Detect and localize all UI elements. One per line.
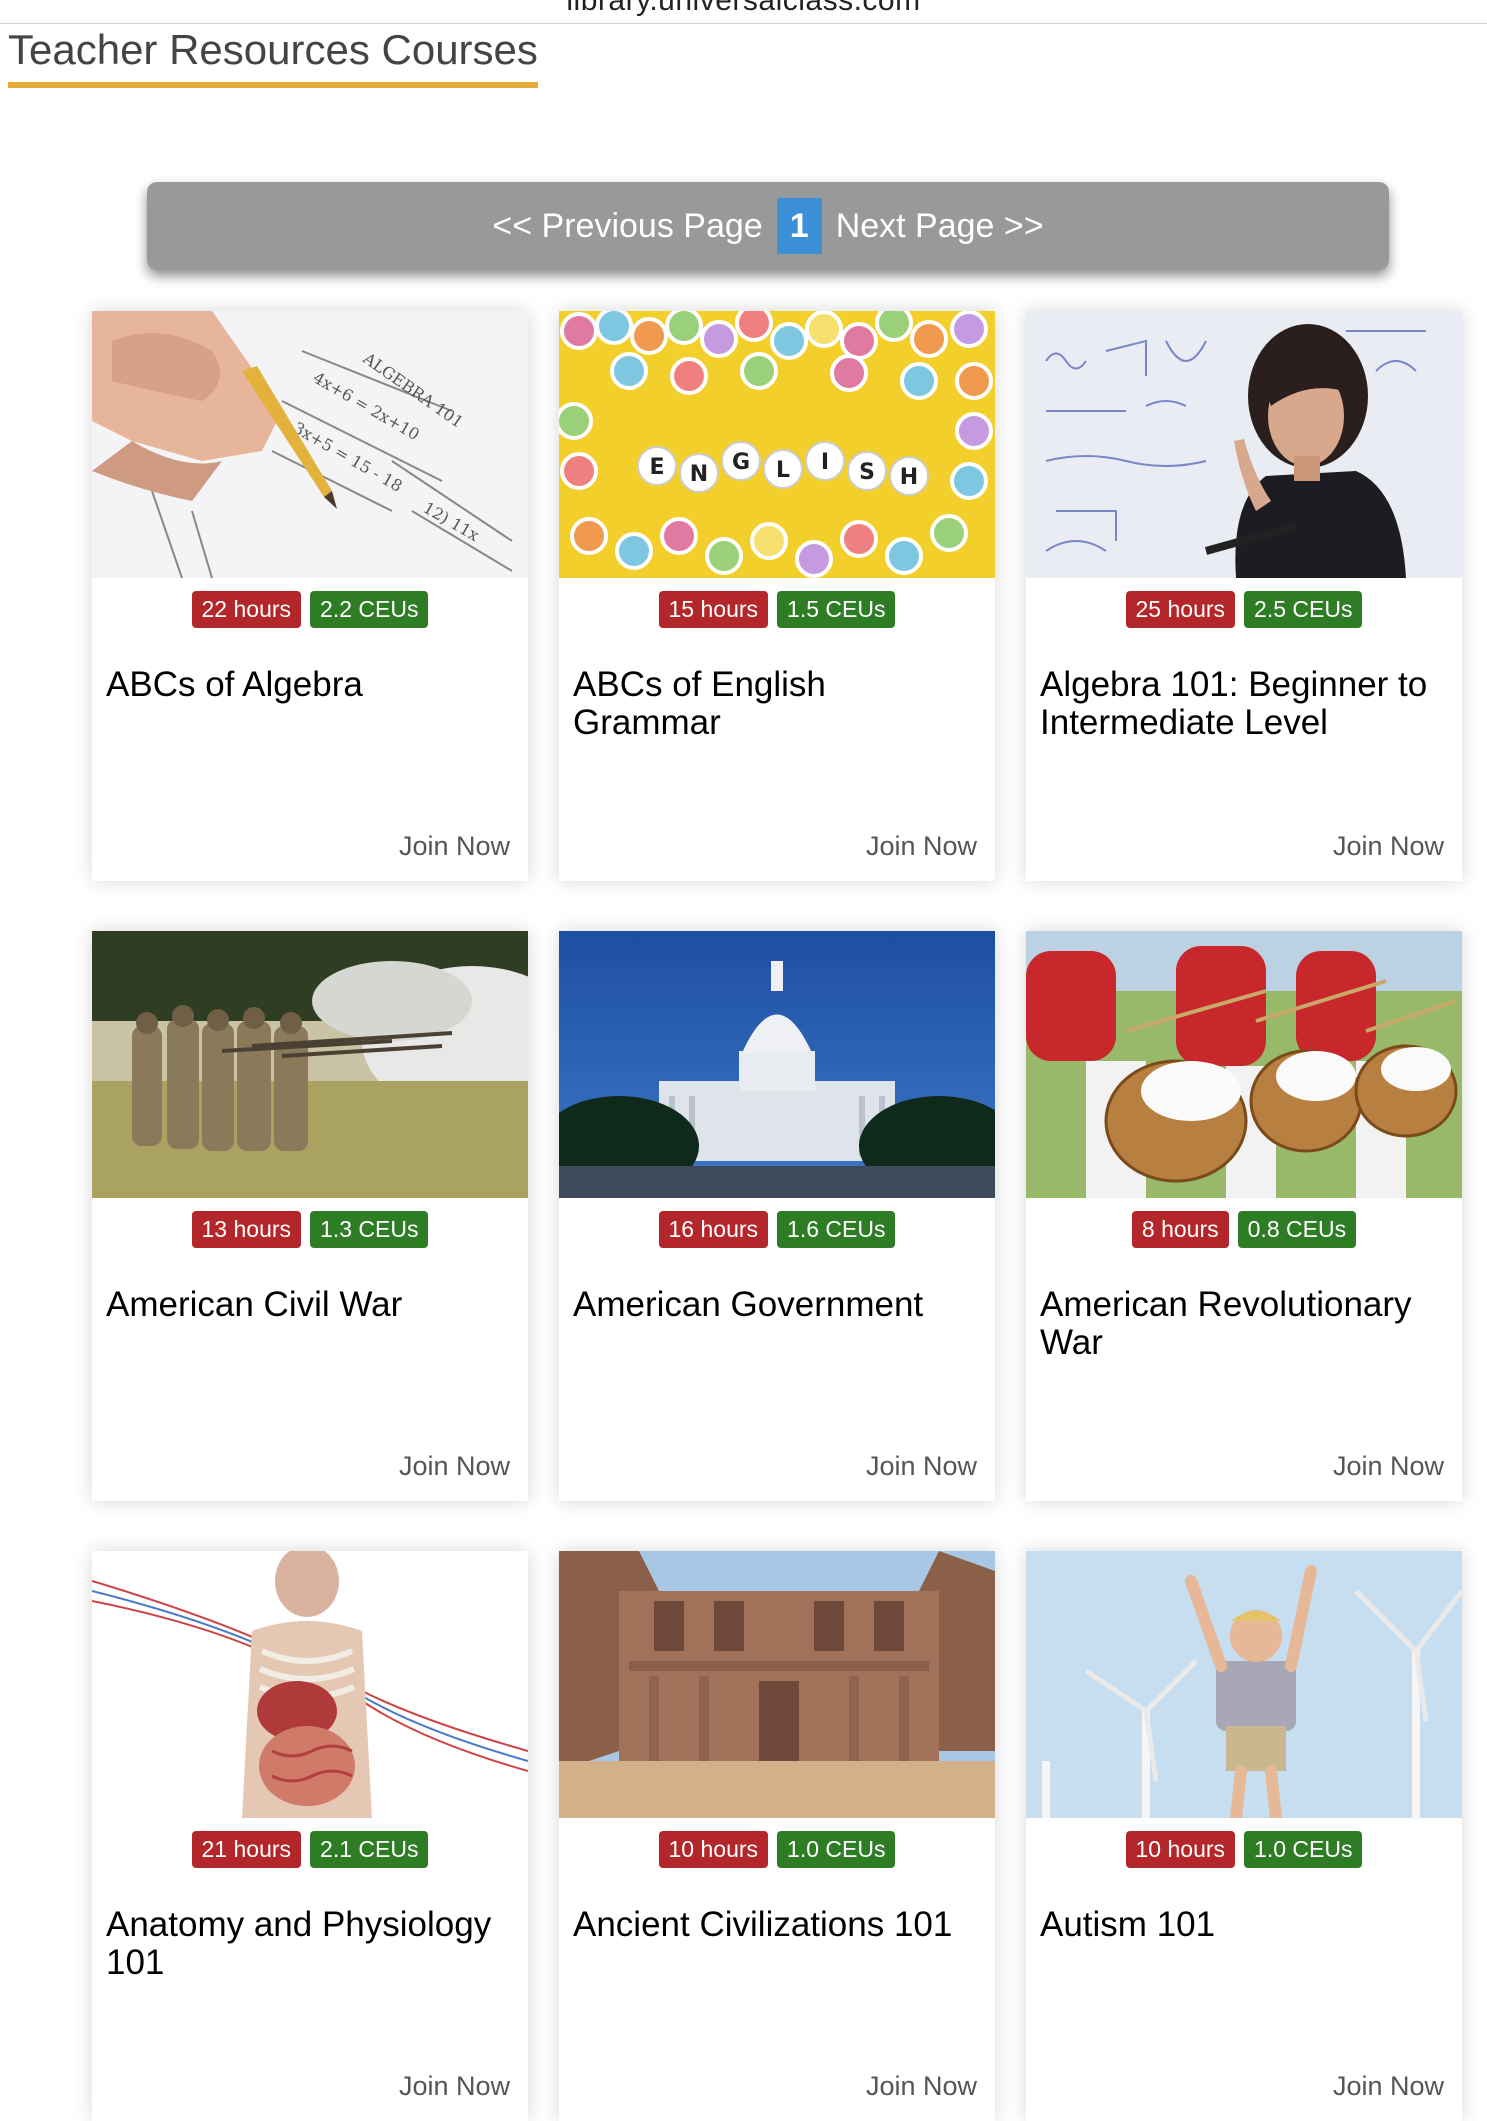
drummers-image [1026, 931, 1462, 1198]
pagination-bar: << Previous Page 1 Next Page >> [147, 182, 1389, 270]
course-title[interactable]: American Civil War [106, 1286, 514, 1324]
course-card[interactable]: E NG L I S H 15 hours 1.5 CEUs ABCs of Engl… [559, 311, 995, 881]
course-image-anatomy[interactable] [92, 1551, 528, 1818]
ceus-badge: 0.8 CEUs [1237, 1211, 1357, 1248]
course-title[interactable]: Ancient Civilizations 101 [573, 1906, 981, 1944]
hours-badge: 16 hours [658, 1211, 769, 1248]
hours-badge: 13 hours [191, 1211, 302, 1248]
join-now-link[interactable]: Join Now [866, 831, 977, 862]
course-card[interactable]: 8 hours 0.8 CEUs American Revolutionary … [1026, 931, 1462, 1501]
browser-url: library.universalclass.com [566, 0, 921, 17]
svg-text:I: I [821, 450, 829, 475]
join-now-link[interactable]: Join Now [399, 1451, 510, 1482]
course-card[interactable]: 21 hours 2.1 CEUs Anatomy and Physiology… [92, 1551, 528, 2121]
ceus-badge: 1.0 CEUs [777, 1831, 896, 1868]
course-image-teacher-whiteboard[interactable] [1026, 311, 1462, 578]
svg-text:E: E [649, 455, 664, 480]
course-image-drummers[interactable] [1026, 931, 1462, 1198]
ceus-badge: 1.5 CEUs [777, 591, 896, 628]
svg-text:N: N [690, 462, 708, 487]
join-now-link[interactable]: Join Now [866, 1451, 977, 1482]
course-card[interactable]: ALGEBRA 101 4x+6 = 2x+10 3x+5 = 15 - 18 … [92, 311, 528, 881]
course-image-capitol[interactable] [559, 931, 995, 1198]
join-now-link[interactable]: Join Now [1333, 831, 1444, 862]
course-title[interactable]: ABCs of English Grammar [573, 666, 981, 742]
hours-badge: 10 hours [1125, 1831, 1236, 1868]
ceus-badge: 1.0 CEUs [1244, 1831, 1363, 1868]
course-card[interactable]: 13 hours 1.3 CEUs American Civil War Joi… [92, 931, 528, 1501]
hours-badge: 21 hours [191, 1831, 302, 1868]
hours-badge: 8 hours [1131, 1211, 1229, 1248]
current-page-number[interactable]: 1 [776, 198, 822, 254]
hours-badge: 22 hours [191, 591, 302, 628]
course-card[interactable]: 10 hours 1.0 CEUs Ancient Civilizations … [559, 1551, 995, 2121]
course-title[interactable]: Algebra 101: Beginner to Intermediate Le… [1040, 666, 1448, 742]
page-title: Teacher Resources Courses [8, 26, 538, 88]
svg-text:H: H [900, 465, 918, 490]
capitol-building-image [559, 931, 995, 1198]
course-image-child-turbines[interactable] [1026, 1551, 1462, 1818]
hours-badge: 15 hours [658, 591, 769, 628]
course-title[interactable]: American Government [573, 1286, 981, 1324]
petra-ruins-image [559, 1551, 995, 1818]
browser-url-bar[interactable]: library.universalclass.com [0, 0, 1487, 24]
course-image-petra[interactable] [559, 1551, 995, 1818]
next-page-link[interactable]: Next Page >> [836, 207, 1044, 246]
hours-badge: 25 hours [1125, 591, 1236, 628]
join-now-link[interactable]: Join Now [1333, 1451, 1444, 1482]
teacher-whiteboard-image [1026, 311, 1462, 578]
ceus-badge: 2.2 CEUs [310, 591, 429, 628]
course-title[interactable]: American Revolutionary War [1040, 1286, 1448, 1362]
ceus-badge: 1.3 CEUs [310, 1211, 429, 1248]
svg-text:L: L [776, 458, 790, 483]
course-title[interactable]: ABCs of Algebra [106, 666, 514, 704]
join-now-link[interactable]: Join Now [399, 2071, 510, 2102]
pencil-worksheet-image: ALGEBRA 101 4x+6 = 2x+10 3x+5 = 15 - 18 … [92, 311, 528, 578]
soldiers-firing-image [92, 931, 528, 1198]
ceus-badge: 2.5 CEUs [1244, 591, 1363, 628]
join-now-link[interactable]: Join Now [399, 831, 510, 862]
course-image-letter-beads[interactable]: E NG L I S H [559, 311, 995, 578]
join-now-link[interactable]: Join Now [866, 2071, 977, 2102]
join-now-link[interactable]: Join Now [1333, 2071, 1444, 2102]
course-card[interactable]: 25 hours 2.5 CEUs Algebra 101: Beginner … [1026, 311, 1462, 881]
course-title[interactable]: Autism 101 [1040, 1906, 1448, 1944]
previous-page-link[interactable]: << Previous Page [492, 207, 762, 246]
course-card[interactable]: 10 hours 1.0 CEUs Autism 101 Join Now [1026, 1551, 1462, 2121]
course-image-pencil-worksheet[interactable]: ALGEBRA 101 4x+6 = 2x+10 3x+5 = 15 - 18 … [92, 311, 528, 578]
hours-badge: 10 hours [658, 1831, 769, 1868]
ceus-badge: 2.1 CEUs [310, 1831, 429, 1868]
svg-text:G: G [732, 450, 750, 475]
anatomy-figure-image [92, 1551, 528, 1818]
ceus-badge: 1.6 CEUs [777, 1211, 896, 1248]
course-title[interactable]: Anatomy and Physiology 101 [106, 1906, 514, 1982]
course-image-soldiers[interactable] [92, 931, 528, 1198]
svg-text:S: S [859, 460, 875, 485]
letter-beads-image: E NG L I S H [559, 311, 995, 578]
child-wind-turbines-image [1026, 1551, 1462, 1818]
course-card[interactable]: 16 hours 1.6 CEUs American Government Jo… [559, 931, 995, 1501]
